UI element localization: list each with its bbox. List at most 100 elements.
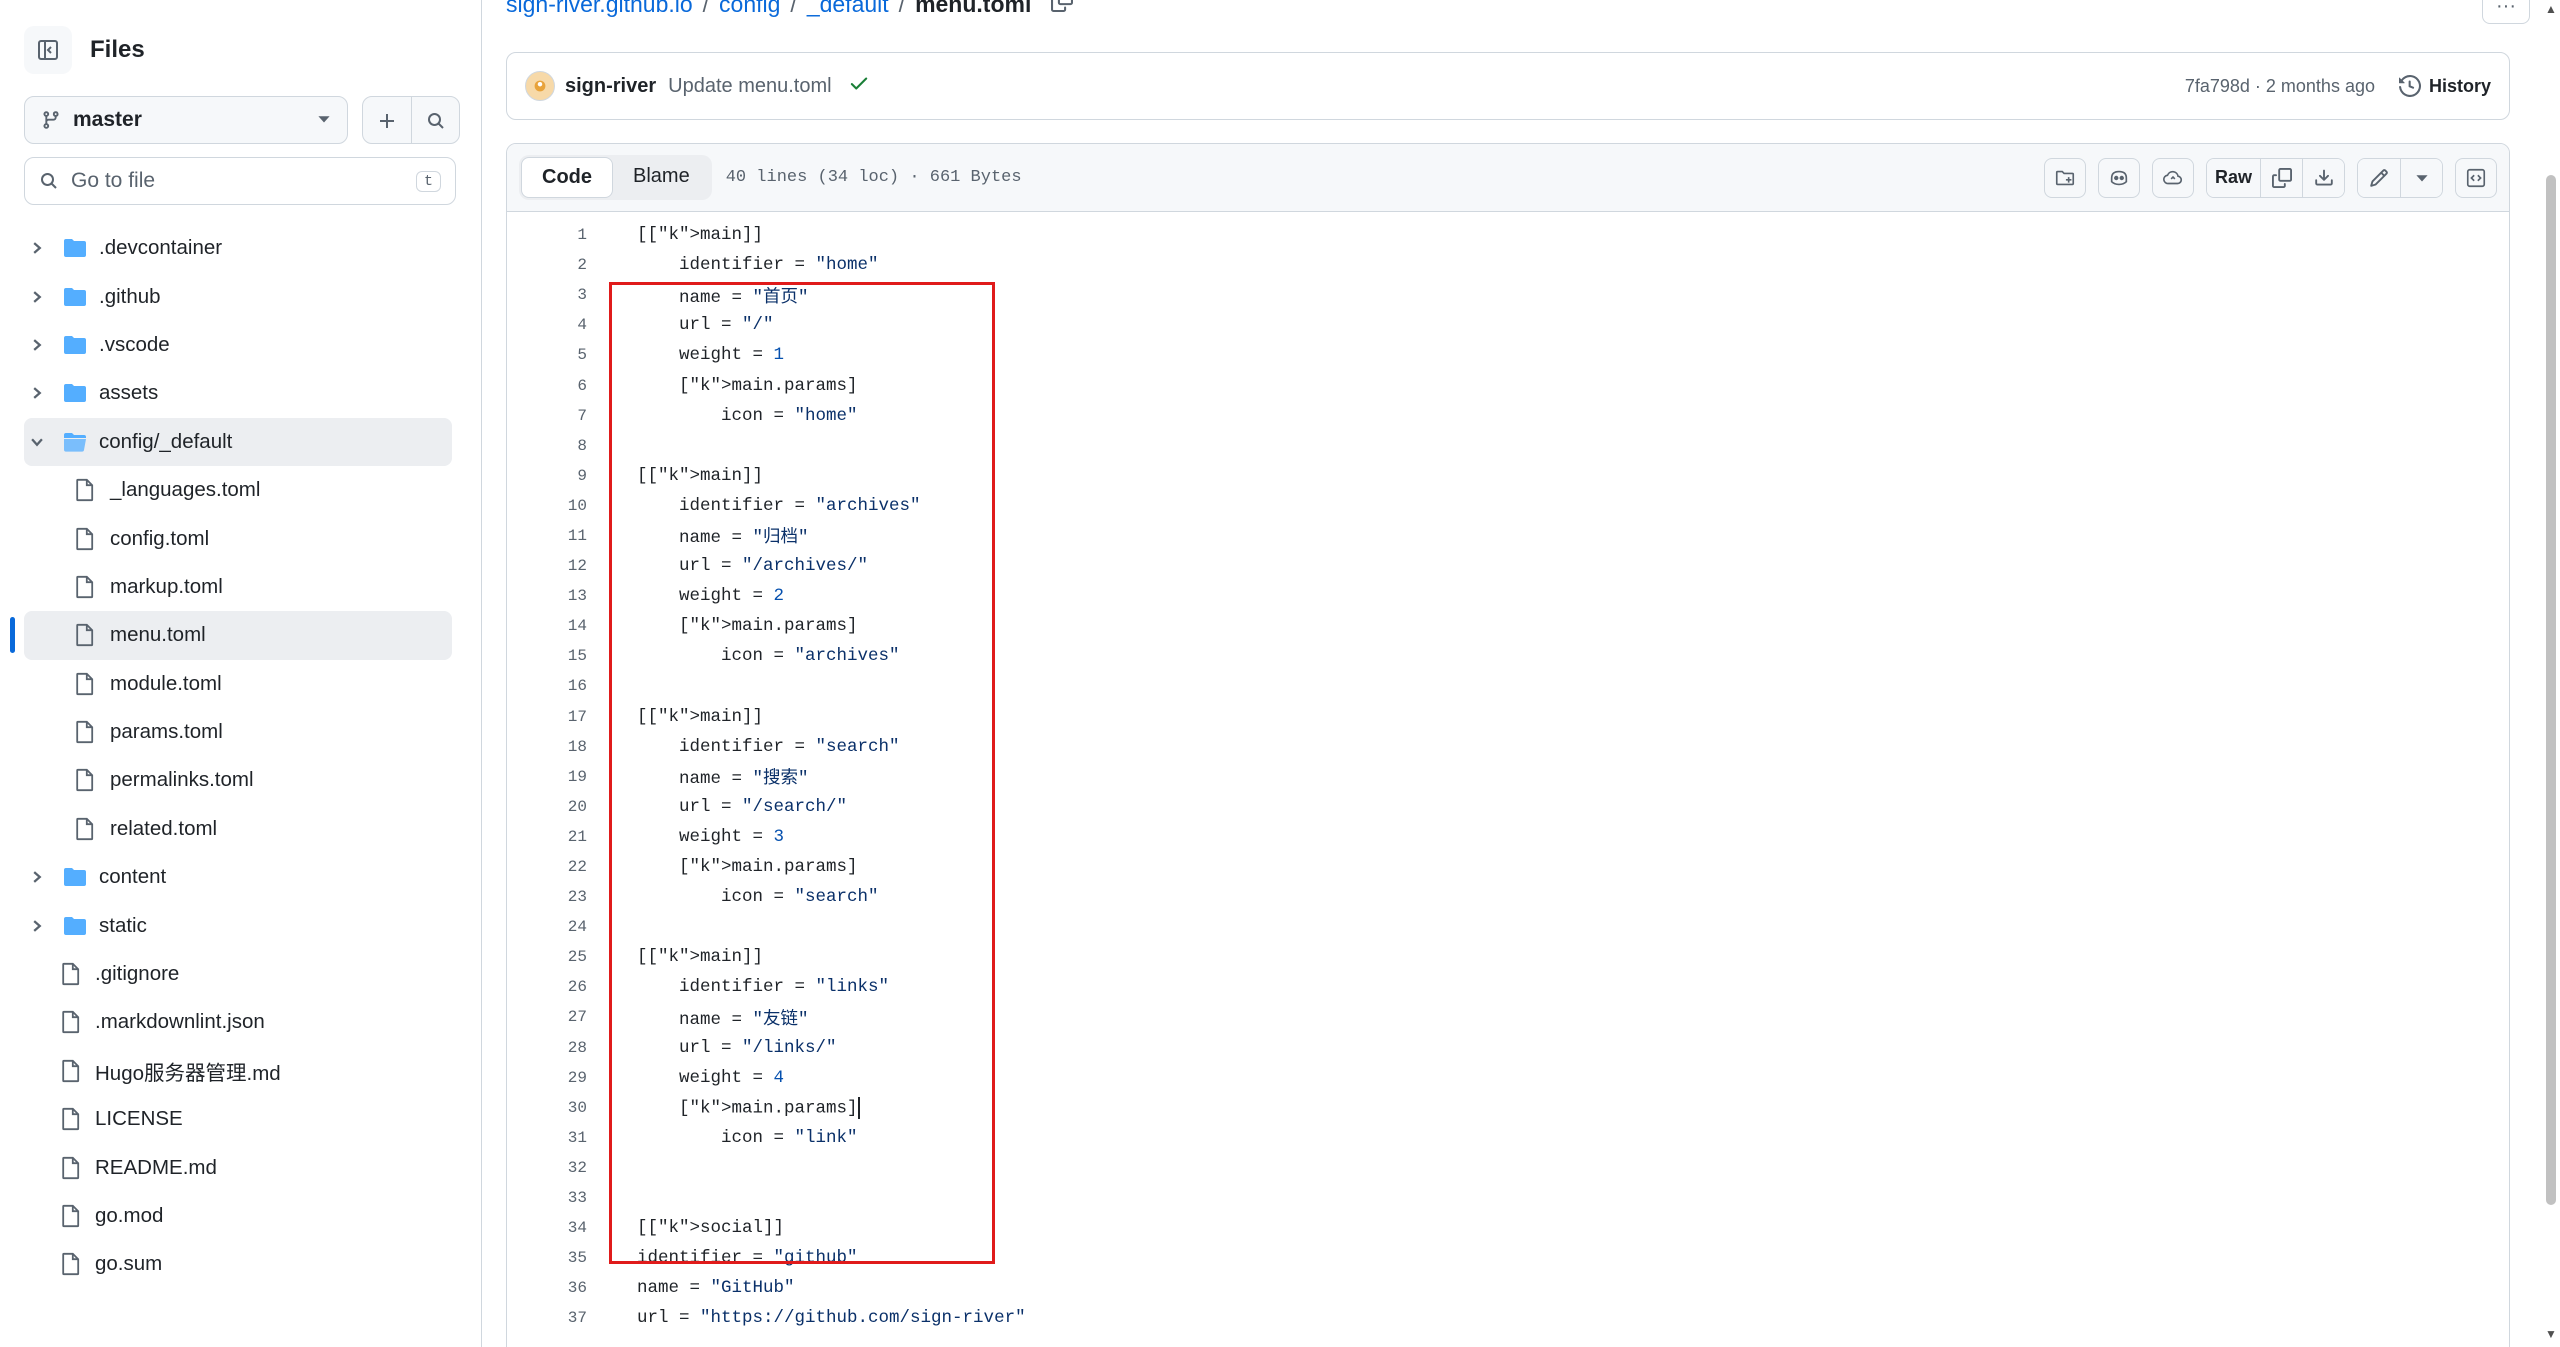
copy-path-button[interactable] (1051, 0, 1074, 18)
line-number[interactable]: 4 (507, 316, 587, 334)
line-number[interactable]: 34 (507, 1219, 587, 1237)
go-to-file-field[interactable]: t (24, 157, 456, 205)
tree-folder-vscode[interactable]: .vscode (0, 321, 482, 369)
line-number[interactable]: 17 (507, 708, 587, 726)
chevron-down-icon[interactable] (26, 435, 48, 449)
code-line[interactable]: 19 name = "搜索" (507, 762, 2509, 792)
line-number[interactable]: 26 (507, 978, 587, 996)
branch-select-button[interactable]: master (24, 96, 348, 144)
code-line[interactable]: 32 (507, 1153, 2509, 1183)
code-line[interactable]: 29 weight = 4 (507, 1063, 2509, 1093)
code-line[interactable]: 16 (507, 671, 2509, 701)
line-number[interactable]: 22 (507, 858, 587, 876)
avatar[interactable] (525, 71, 555, 101)
code-line[interactable]: 33 (507, 1183, 2509, 1213)
code-line[interactable]: 31 icon = "link" (507, 1123, 2509, 1153)
chevron-right-icon[interactable] (26, 386, 48, 400)
code-line[interactable]: 8 (507, 431, 2509, 461)
code-line[interactable]: 26 identifier = "links" (507, 972, 2509, 1002)
line-number[interactable]: 23 (507, 888, 587, 906)
search-files-button[interactable] (411, 97, 459, 143)
commit-message-link[interactable]: Update menu.toml (668, 75, 831, 98)
code-line[interactable]: 37 url = "https://github.com/sign-river" (507, 1303, 2509, 1333)
codespaces-button[interactable] (2151, 157, 2194, 198)
tree-file-permalinks-toml[interactable]: permalinks.toml (0, 756, 482, 804)
code-line[interactable]: 23 icon = "search" (507, 882, 2509, 912)
go-to-file-input[interactable] (71, 169, 416, 193)
line-number[interactable]: 1 (507, 226, 587, 244)
code-line[interactable]: 3 name = "首页" (507, 280, 2509, 310)
line-number[interactable]: 24 (507, 918, 587, 936)
tree-file-markdownlint-json[interactable]: .markdownlint.json (0, 998, 482, 1046)
code-line[interactable]: 30 ["k">main.params] (507, 1093, 2509, 1123)
code-line[interactable]: 34 [["k">social]] (507, 1213, 2509, 1243)
line-number[interactable]: 32 (507, 1159, 587, 1177)
line-number[interactable]: 9 (507, 467, 587, 485)
code-line[interactable]: 21 weight = 3 (507, 822, 2509, 852)
code-line[interactable]: 27 name = "友链" (507, 1002, 2509, 1032)
tree-file-go-mod[interactable]: go.mod (0, 1192, 482, 1240)
code-line[interactable]: 6 ["k">main.params] (507, 370, 2509, 400)
line-number[interactable]: 5 (507, 346, 587, 364)
code-line[interactable]: 18 identifier = "search" (507, 732, 2509, 762)
breadcrumb-default-link[interactable]: _default (807, 0, 889, 18)
tree-file-markup-toml[interactable]: markup.toml (0, 563, 482, 611)
chevron-right-icon[interactable] (26, 290, 48, 304)
raw-button[interactable]: Raw (2206, 158, 2260, 197)
code-line[interactable]: 25 [["k">main]] (507, 942, 2509, 972)
line-number[interactable]: 31 (507, 1129, 587, 1147)
code-line[interactable]: 22 ["k">main.params] (507, 852, 2509, 882)
code-line[interactable]: 11 name = "归档" (507, 521, 2509, 551)
code-line[interactable]: 2 identifier = "home" (507, 250, 2509, 280)
line-number[interactable]: 36 (507, 1279, 587, 1297)
scroll-down-arrow-icon[interactable]: ▼ (2545, 1327, 2557, 1341)
line-number[interactable]: 10 (507, 497, 587, 515)
code-line[interactable]: 7 icon = "home" (507, 401, 2509, 431)
code-line[interactable]: 36 name = "GitHub" (507, 1273, 2509, 1303)
line-number[interactable]: 7 (507, 407, 587, 425)
tree-folder-static[interactable]: static (0, 901, 482, 949)
code-view[interactable]: 1 [["k">main]] 2 identifier = "home" 3 name… (507, 212, 2509, 1333)
line-number[interactable]: 28 (507, 1039, 587, 1057)
tree-file-related-toml[interactable]: related.toml (0, 805, 482, 853)
code-line[interactable]: 9 [["k">main]] (507, 461, 2509, 491)
scrollbar-thumb[interactable] (2546, 175, 2556, 1205)
edit-options-dropdown[interactable] (2400, 158, 2442, 197)
tab-blame[interactable]: Blame (613, 157, 710, 198)
line-number[interactable]: 12 (507, 557, 587, 575)
symbols-button[interactable] (2043, 157, 2086, 198)
tree-folder-config-default[interactable]: config/_default (24, 417, 452, 466)
tree-file-config-toml[interactable]: config.toml (0, 514, 482, 562)
tree-folder-devcontainer[interactable]: .devcontainer (0, 224, 482, 272)
page-scrollbar[interactable]: ▲ ▼ (2542, 0, 2560, 1347)
line-number[interactable]: 25 (507, 948, 587, 966)
line-number[interactable]: 8 (507, 437, 587, 455)
collapse-sidebar-button[interactable] (24, 26, 72, 74)
line-number[interactable]: 6 (507, 377, 587, 395)
edit-file-button[interactable] (2358, 158, 2400, 197)
tree-file-go-sum[interactable]: go.sum (0, 1240, 482, 1288)
copy-raw-button[interactable] (2260, 158, 2302, 197)
line-number[interactable]: 18 (507, 738, 587, 756)
code-line[interactable]: 4 url = "/" (507, 310, 2509, 340)
chevron-right-icon[interactable] (26, 338, 48, 352)
scroll-up-arrow-icon[interactable]: ▲ (2545, 2, 2557, 16)
line-number[interactable]: 2 (507, 256, 587, 274)
history-button[interactable]: History (2398, 75, 2491, 97)
tab-code[interactable]: Code (521, 157, 613, 198)
code-line[interactable]: 13 weight = 2 (507, 581, 2509, 611)
chevron-right-icon[interactable] (26, 241, 48, 255)
tree-file-hugo-md[interactable]: Hugo服务器管理.md (0, 1047, 482, 1095)
tree-file-license[interactable]: LICENSE (0, 1095, 482, 1143)
add-file-button[interactable] (363, 97, 411, 143)
tree-file-gitignore[interactable]: .gitignore (0, 950, 482, 998)
code-line[interactable]: 15 icon = "archives" (507, 641, 2509, 671)
tree-file-readme-md[interactable]: README.md (0, 1143, 482, 1191)
line-number[interactable]: 35 (507, 1249, 587, 1267)
line-number[interactable]: 33 (507, 1189, 587, 1207)
tree-folder-content[interactable]: content (0, 853, 482, 901)
tree-folder-assets[interactable]: assets (0, 369, 482, 417)
code-line[interactable]: 12 url = "/archives/" (507, 551, 2509, 581)
line-number[interactable]: 16 (507, 677, 587, 695)
line-number[interactable]: 30 (507, 1099, 587, 1117)
